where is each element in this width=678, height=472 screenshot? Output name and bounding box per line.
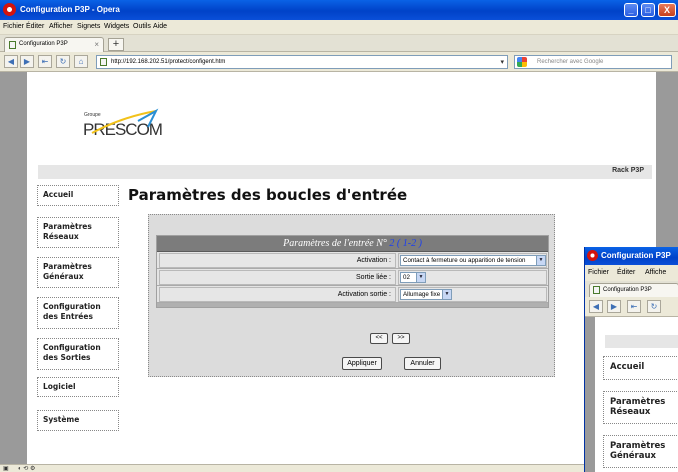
page-heading: Paramètres des boucles d'entrée	[128, 186, 408, 204]
close-button[interactable]: X	[658, 3, 676, 17]
nav-configuration-entrees[interactable]: Configuration des Entrées	[37, 297, 119, 329]
new-tab-button[interactable]: +	[108, 38, 124, 51]
prescom-logo: Groupe PRESCOM	[54, 107, 163, 152]
menu-signets[interactable]: Signets	[77, 23, 100, 30]
second-window-title: Configuration P3P	[601, 251, 671, 260]
row-activation-sortie: Activation sortie : Allumage fixe ▼	[157, 286, 548, 303]
activation-sortie-select[interactable]: Allumage fixe ▼	[400, 289, 452, 300]
menu-afficher[interactable]: Afficher	[49, 23, 73, 30]
forward-icon[interactable]: ▶	[20, 55, 34, 68]
url-text: http://192.168.202.51/protect/configent.…	[111, 59, 226, 65]
nav-parametres-reseaux[interactable]: Paramètres Réseaux	[603, 391, 678, 424]
row-sortie-liee: Sortie liée : 02 ▼	[157, 269, 548, 286]
row-activation: Activation : Contact à fermeture ou appa…	[157, 252, 548, 269]
tab-bar: Configuration P3P × +	[0, 35, 678, 52]
maximize-button[interactable]: □	[641, 3, 655, 17]
page-margin-left	[0, 72, 27, 464]
back-icon[interactable]: ◀	[4, 55, 18, 68]
sortie-liee-cell: 02 ▼	[398, 270, 547, 285]
nav-parametres-reseaux[interactable]: Paramètres Réseaux	[37, 217, 119, 248]
sortie-liee-label: Sortie liée :	[159, 270, 396, 285]
second-address-toolbar: ◀ ▶ ⇤ ↻	[585, 297, 678, 317]
page-icon	[100, 58, 107, 66]
activation-sortie-label: Activation sortie :	[159, 287, 396, 302]
tab-close-icon[interactable]: ×	[94, 40, 99, 49]
chevron-down-icon[interactable]: ▼	[442, 290, 451, 299]
home-icon[interactable]: ⌂	[74, 55, 88, 68]
rewind-icon[interactable]: ⇤	[627, 300, 641, 313]
logo-swoosh-icon	[91, 108, 159, 134]
menu-editer[interactable]: Éditer	[26, 23, 44, 30]
forward-icon[interactable]: ▶	[607, 300, 621, 313]
menu-widgets[interactable]: Widgets	[104, 23, 129, 30]
title-bar: Configuration P3P - Opera _ □ X	[0, 0, 678, 20]
nav-systeme[interactable]: Système	[37, 410, 119, 431]
opera-logo-icon	[587, 250, 598, 261]
second-menu-bar: Fichier Éditer Affiche	[585, 265, 678, 281]
cancel-button[interactable]: Annuler	[404, 357, 441, 370]
input-config-header: Paramètres de l'entrée N° 2 ( 1-2 )	[157, 236, 548, 252]
activation-cell: Contact à fermeture ou apparition de ten…	[398, 253, 547, 268]
activation-select[interactable]: Contact à fermeture ou apparition de ten…	[400, 255, 546, 266]
apply-button[interactable]: Appliquer	[342, 357, 382, 370]
address-toolbar: ◀ ▶ ⇤ ↻ ⌂ http://192.168.202.51/protect/…	[0, 52, 678, 72]
activation-label: Activation :	[159, 253, 396, 268]
chevron-down-icon[interactable]: ▼	[416, 273, 425, 282]
activation-value: Contact à fermeture ou apparition de ten…	[403, 257, 526, 264]
search-field[interactable]: Rechercher avec Google	[514, 55, 672, 69]
rack-strip	[38, 165, 652, 179]
opera-logo-icon	[3, 3, 16, 16]
menu-bar: Fichier Éditer Afficher Signets Widgets …	[0, 20, 678, 35]
search-placeholder: Rechercher avec Google	[537, 59, 604, 65]
menu-afficher[interactable]: Affiche	[645, 269, 666, 276]
second-rack-strip	[605, 335, 678, 348]
second-title-bar: Configuration P3P	[585, 247, 678, 265]
status-icons[interactable]: ◐ ⟲ ⚙	[18, 465, 35, 472]
reload-icon[interactable]: ↻	[56, 55, 70, 68]
google-icon	[517, 57, 527, 67]
second-tab-bar: Configuration P3P	[585, 281, 678, 297]
url-dropdown-icon[interactable]: ▾	[500, 58, 504, 66]
window-title: Configuration P3P - Opera	[20, 5, 120, 14]
panel-toggle-icon[interactable]: ▣	[3, 465, 9, 472]
header-prefix: Paramètres de l'entrée N°	[283, 238, 387, 249]
sortie-liee-value: 02	[403, 274, 410, 281]
sortie-liee-select[interactable]: 02 ▼	[400, 272, 426, 283]
back-icon[interactable]: ◀	[589, 300, 603, 313]
table-footer	[157, 303, 548, 307]
menu-editer[interactable]: Éditer	[617, 269, 635, 276]
minimize-button[interactable]: _	[624, 3, 638, 17]
menu-fichier[interactable]: Fichier	[588, 269, 609, 276]
nav-accueil[interactable]: Accueil	[37, 185, 119, 206]
input-config-table: Paramètres de l'entrée N° 2 ( 1-2 ) Acti…	[156, 235, 549, 308]
tab-configuration[interactable]: Configuration P3P ×	[4, 37, 104, 52]
nav-logiciel[interactable]: Logiciel	[37, 377, 119, 397]
chevron-down-icon[interactable]: ▼	[536, 256, 545, 265]
status-bar: ▣ ◐ ⟲ ⚙	[0, 464, 678, 472]
reload-icon[interactable]: ↻	[647, 300, 661, 313]
nav-parametres-generaux[interactable]: Paramètres Généraux	[603, 435, 678, 468]
nav-configuration-sorties[interactable]: Configuration des Sorties	[37, 338, 119, 370]
second-tab-label: Configuration P3P	[603, 287, 652, 293]
nav-accueil[interactable]: Accueil	[603, 356, 678, 380]
input-config-panel: Paramètres de l'entrée N° 2 ( 1-2 ) Acti…	[148, 214, 555, 377]
tab-label: Configuration P3P	[19, 41, 68, 47]
menu-fichier[interactable]: Fichier	[3, 23, 24, 30]
url-field[interactable]: http://192.168.202.51/protect/configent.…	[96, 55, 508, 69]
second-tab-configuration[interactable]: Configuration P3P	[589, 283, 678, 297]
rack-label: Rack P3P	[612, 167, 644, 174]
next-input-button[interactable]: >>	[392, 333, 410, 344]
nav-parametres-generaux[interactable]: Paramètres Généraux	[37, 257, 119, 288]
header-input-number: 2 ( 1-2 )	[389, 238, 422, 249]
menu-aide[interactable]: Aide	[153, 23, 167, 30]
second-browser-window[interactable]: Configuration P3P Fichier Éditer Affiche…	[584, 247, 678, 472]
activation-sortie-value: Allumage fixe	[403, 291, 441, 298]
page-icon	[593, 286, 600, 294]
activation-sortie-cell: Allumage fixe ▼	[398, 287, 547, 302]
previous-input-button[interactable]: <<	[370, 333, 388, 344]
rewind-icon[interactable]: ⇤	[38, 55, 52, 68]
menu-outils[interactable]: Outils	[133, 23, 151, 30]
page-icon	[9, 41, 16, 49]
